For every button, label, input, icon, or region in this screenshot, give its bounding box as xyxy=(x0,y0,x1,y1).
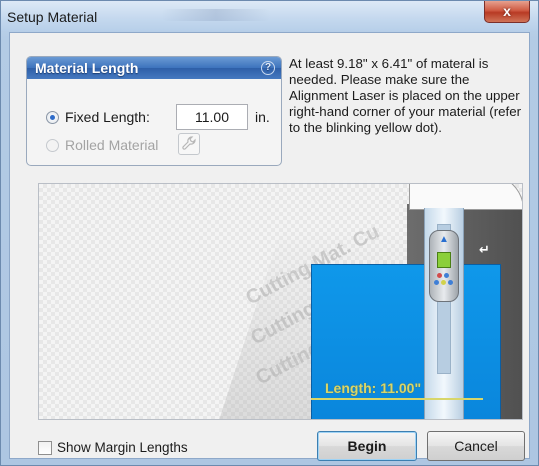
length-dimension-line xyxy=(311,398,483,400)
window-title: Setup Material xyxy=(7,9,98,25)
fixed-length-input[interactable]: 11.00 xyxy=(176,104,248,130)
machine-top-outline xyxy=(409,184,522,210)
rolled-material-label: Rolled Material xyxy=(65,137,159,153)
rolled-material-settings-button[interactable] xyxy=(178,133,200,155)
title-bar-reflection xyxy=(161,9,271,21)
fixed-length-label: Fixed Length: xyxy=(65,109,150,125)
begin-button[interactable]: Begin xyxy=(317,431,417,461)
material-preview: Cutting Mat. Cu Cutting Mat. Cu Cutting … xyxy=(38,183,523,420)
length-label: Length: 11.00" xyxy=(325,380,422,396)
fixed-length-radio[interactable] xyxy=(46,110,59,124)
corner-arrow-icon: ↵ xyxy=(479,242,490,257)
show-margin-lengths-label[interactable]: Show Margin Lengths xyxy=(57,440,188,455)
wrench-icon xyxy=(182,136,196,150)
arrow-up-icon: ▲ xyxy=(439,234,449,245)
rolled-material-radio[interactable] xyxy=(46,138,59,152)
material-length-header: Material Length ? xyxy=(27,57,281,79)
material-length-title: Material Length xyxy=(35,60,139,76)
fixed-length-option[interactable]: Fixed Length: xyxy=(46,109,150,125)
material-requirement-text: At least 9.18" x 6.41" of materal is nee… xyxy=(289,56,522,135)
cancel-button[interactable]: Cancel xyxy=(427,431,525,461)
help-icon[interactable]: ? xyxy=(261,61,275,75)
rolled-material-option[interactable]: Rolled Material xyxy=(46,137,158,153)
material-sheet xyxy=(311,264,501,419)
close-button[interactable]: x xyxy=(484,1,530,23)
laser-buttons-icon xyxy=(434,272,456,288)
laser-indicator xyxy=(437,252,451,268)
unit-label: in. xyxy=(255,109,270,125)
show-margin-lengths-checkbox[interactable] xyxy=(38,441,52,455)
title-bar[interactable]: Setup Material x xyxy=(1,1,538,31)
